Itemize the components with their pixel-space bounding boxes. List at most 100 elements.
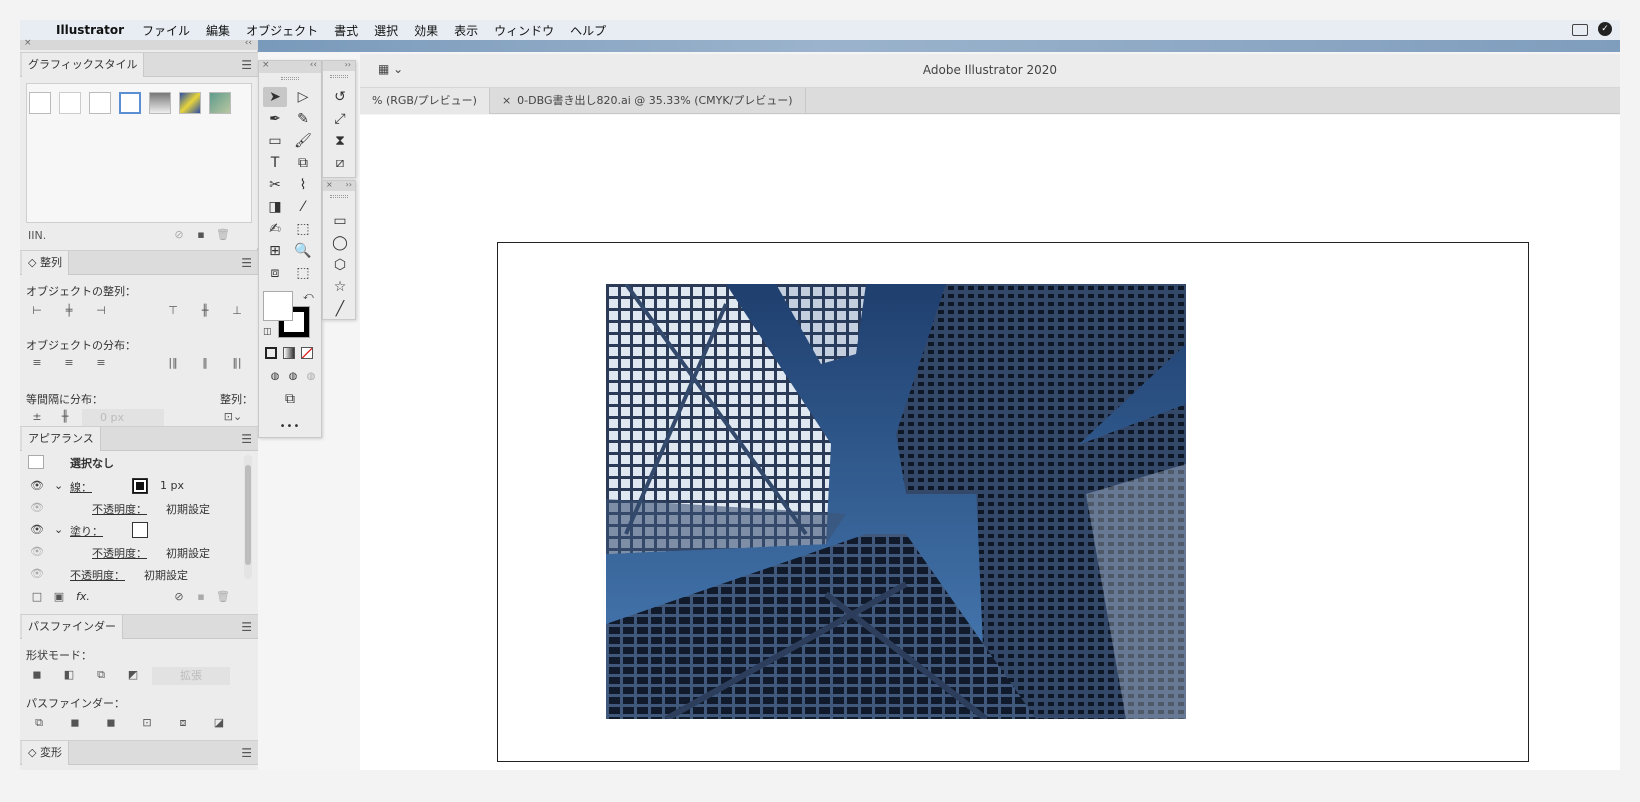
distribute-left-icon[interactable]: |‖ — [164, 355, 182, 371]
artboard[interactable] — [497, 242, 1529, 762]
unite-icon[interactable]: ◼ — [28, 667, 46, 683]
distribute-bottom-icon[interactable]: ≡ — [92, 355, 110, 371]
tab-align[interactable]: ◇ 整列 — [22, 251, 69, 275]
menu-help[interactable]: ヘルプ — [570, 22, 606, 39]
canvas[interactable] — [360, 115, 1620, 770]
draw-inside-icon[interactable]: ◍ — [299, 367, 323, 387]
expand-subpanel-icon[interactable]: ›› — [345, 60, 351, 69]
new-style-icon[interactable]: ▪ — [192, 227, 210, 243]
default-fill-stroke-icon[interactable]: ◫ — [263, 327, 272, 337]
type-tool-icon[interactable]: T — [263, 153, 287, 173]
expand-chevron-icon[interactable]: ⌄ — [54, 479, 63, 492]
stroke-opacity-label[interactable]: 不透明度： — [92, 501, 147, 517]
visibility-eye-icon[interactable]: 👁 — [30, 545, 44, 558]
paintbrush-tool-icon[interactable]: 🖌 — [291, 131, 315, 151]
outline-icon[interactable]: ⧈ — [174, 715, 192, 731]
object-opacity-label[interactable]: 不透明度： — [70, 567, 125, 583]
align-right-icon[interactable]: ⊣ — [92, 303, 110, 319]
tools-grip[interactable] — [281, 77, 299, 80]
tab-graphic-styles[interactable]: グラフィックスタイル — [22, 53, 145, 77]
visibility-eye-icon[interactable]: 👁 — [30, 523, 44, 536]
stroke-width-value[interactable]: 1 px — [160, 479, 184, 492]
style-swatch-gradient[interactable] — [149, 92, 171, 114]
spacing-input[interactable]: 0 px — [82, 409, 164, 427]
selection-tool-icon[interactable]: ➤ — [263, 87, 287, 107]
collapse-tools-icon[interactable]: ‹‹ — [310, 60, 317, 70]
add-new-fill-icon[interactable]: ▣ — [50, 589, 68, 605]
align-top-icon[interactable]: ⊤ — [164, 303, 182, 319]
fill-color-swatch[interactable] — [132, 522, 148, 538]
appearance-object-opacity-row[interactable]: 👁 不透明度： 初期設定 — [26, 563, 242, 585]
appearance-stroke-opacity-row[interactable]: 👁 不透明度： 初期設定 — [26, 497, 242, 519]
panel-menu-icon[interactable]: ☰ — [241, 256, 252, 270]
collapse-dock-icon[interactable]: ‹‹ — [245, 38, 252, 48]
curvature-tool-icon[interactable]: ✎ — [291, 109, 315, 129]
stroke-color-swatch[interactable] — [132, 478, 148, 494]
menu-edit[interactable]: 編集 — [206, 22, 230, 39]
fill-label[interactable]: 塗り： — [70, 523, 103, 539]
rotate-tool-icon[interactable]: ↺ — [328, 87, 352, 107]
add-effect-button[interactable]: fx. — [76, 590, 90, 603]
distribute-top-icon[interactable]: ≡ — [28, 355, 46, 371]
polygon-tool-icon[interactable]: ⬡ — [328, 255, 352, 275]
blend-tool-icon[interactable]: ✍ — [263, 219, 287, 239]
tab-document-cmyk[interactable]: × 0-DBG書き出し820.ai @ 35.33% (CMYK/プレビュー) — [490, 88, 806, 114]
scale-tool-icon[interactable]: ⧉ — [291, 153, 315, 173]
swap-fill-stroke-icon[interactable]: ⤺ — [303, 291, 314, 302]
stroke-label[interactable]: 線： — [70, 479, 92, 495]
align-vertical-center-icon[interactable]: ╫ — [196, 303, 214, 319]
color-mode-icon[interactable] — [265, 347, 277, 359]
menu-type[interactable]: 書式 — [334, 22, 358, 39]
appearance-fill-row[interactable]: 👁 ⌄ 塗り： — [26, 519, 242, 541]
visibility-eye-icon[interactable]: 👁 — [30, 501, 44, 514]
align-to-dropdown[interactable]: ⊡⌄ — [220, 409, 246, 425]
style-swatch-2[interactable] — [59, 92, 81, 114]
display-icon[interactable] — [1572, 24, 1588, 36]
appearance-fill-opacity-row[interactable]: 👁 不透明度： 初期設定 — [26, 541, 242, 563]
style-default-swatch[interactable] — [29, 92, 51, 114]
menu-object[interactable]: オブジェクト — [246, 22, 318, 39]
subpanel-grip[interactable] — [330, 75, 348, 78]
rectangle-tool-icon[interactable]: ▭ — [328, 211, 352, 231]
panel-menu-icon[interactable]: ☰ — [241, 58, 252, 72]
minus-back-icon[interactable]: ◪ — [210, 715, 228, 731]
crop-icon[interactable]: ⊡ — [138, 715, 156, 731]
visibility-eye-icon[interactable]: 👁 — [30, 479, 44, 492]
rectangle-tool-icon[interactable]: ▭ — [263, 131, 287, 151]
reflect-tool-icon[interactable]: ⧗ — [328, 131, 352, 151]
line-segment-tool-icon[interactable]: ╱ — [328, 299, 352, 319]
align-bottom-icon[interactable]: ⊥ — [228, 303, 246, 319]
style-swatch-pattern[interactable] — [179, 92, 201, 114]
clear-appearance-icon[interactable]: ⊘ — [170, 589, 188, 605]
divide-icon[interactable]: ⧉ — [30, 715, 48, 731]
eyedropper-tool-icon[interactable]: ⁄ — [291, 197, 315, 217]
tab-transform[interactable]: ◇ 変形 — [22, 741, 69, 765]
add-new-stroke-icon[interactable]: □ — [28, 589, 46, 605]
close-tab-icon[interactable]: × — [502, 94, 511, 107]
ellipse-tool-icon[interactable]: ◯ — [328, 233, 352, 253]
distribute-right-icon[interactable]: ‖| — [228, 355, 246, 371]
screen-mode-icon[interactable]: ⧉ — [278, 389, 302, 409]
minus-front-icon[interactable]: ◧ — [60, 667, 78, 683]
tab-appearance[interactable]: アピアランス — [22, 427, 101, 451]
shape-builder-tool-icon[interactable]: ⧈ — [263, 263, 287, 283]
exclude-icon[interactable]: ◩ — [124, 667, 142, 683]
gradient-tool-icon[interactable]: ◨ — [263, 197, 287, 217]
edit-toolbar-button[interactable]: ••• — [278, 417, 302, 437]
fill-color-box[interactable] — [263, 291, 293, 321]
distribute-vertical-center-icon[interactable]: ≡ — [60, 355, 78, 371]
pen-tool-icon[interactable]: ✒ — [263, 109, 287, 129]
align-left-icon[interactable]: ⊢ — [28, 303, 46, 319]
panel-menu-icon[interactable]: ☰ — [241, 432, 252, 446]
distribute-horizontal-center-icon[interactable]: ‖ — [196, 355, 214, 371]
gradient-mode-icon[interactable] — [283, 347, 295, 359]
merge-icon[interactable]: ◼ — [102, 715, 120, 731]
tab-document-rgb[interactable]: % (RGB/プレビュー) — [360, 88, 490, 114]
vertical-distribute-space-icon[interactable]: ± — [28, 409, 46, 425]
expand-subpanel-icon[interactable]: ›› — [346, 180, 352, 189]
scale-tool-icon[interactable]: ⤢ — [328, 109, 352, 129]
menu-window[interactable]: ウィンドウ — [494, 22, 554, 39]
menu-effect[interactable]: 効果 — [414, 22, 438, 39]
shear-tool-icon[interactable]: ⧄ — [328, 153, 352, 173]
close-dock-icon[interactable]: × — [24, 38, 32, 48]
